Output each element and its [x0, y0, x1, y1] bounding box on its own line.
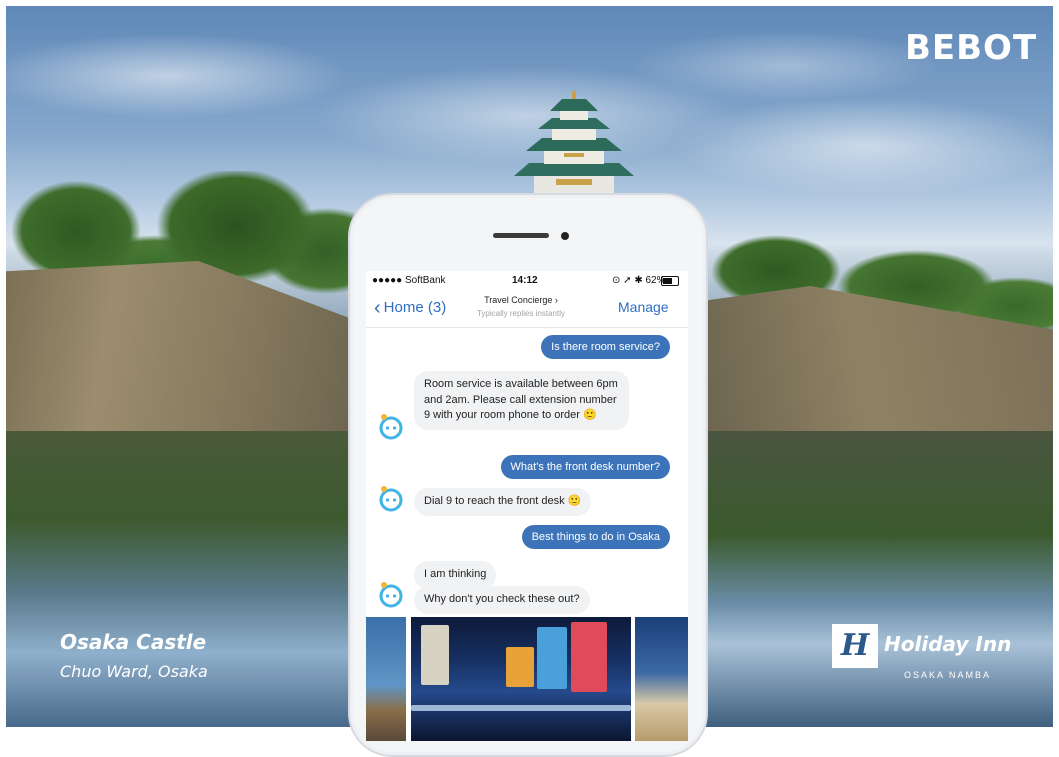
recommendation-card[interactable] [411, 617, 631, 741]
bot-avatar-icon [378, 581, 404, 609]
status-bar: ●●●●● SoftBank 14:12 ⊙ ➚ ✱ 62% [366, 271, 688, 291]
bebot-logo: BEBOT [905, 28, 1038, 68]
location-subtitle: Chuo Ward, Osaka [60, 662, 208, 681]
battery-icon [661, 276, 679, 286]
moat-reflection-left [6, 431, 356, 727]
message-user: Best things to do in Osaka [521, 525, 670, 549]
building-image [421, 625, 449, 685]
phone-camera [561, 232, 569, 240]
message-bot: Room service is available between 6pm an… [414, 371, 629, 430]
holiday-inn-logo: H Holiday Inn OSAKA NAMBA [832, 624, 1012, 684]
chevron-left-icon: ‹ [374, 297, 381, 319]
neon-sign-image [571, 622, 607, 692]
castle-illustration [494, 91, 654, 206]
recommendation-card[interactable] [366, 617, 406, 741]
holiday-inn-location: OSAKA NAMBA [904, 670, 992, 680]
back-label: Home (3) [383, 299, 447, 316]
back-button[interactable]: ‹ Home (3) [374, 297, 446, 320]
message-bot: Why don't you check these out? [414, 586, 590, 614]
status-indicators: ⊙ ➚ ✱ 62% [612, 275, 666, 286]
neon-sign-image [506, 647, 534, 687]
message-bot: Dial 9 to reach the front desk 🙂 [414, 488, 592, 516]
status-time: 14:12 [512, 275, 538, 286]
canal-image [411, 705, 631, 711]
neon-sign-image [537, 627, 567, 689]
message-user: What's the front desk number? [500, 455, 670, 479]
chat-screen: ●●●●● SoftBank 14:12 ⊙ ➚ ✱ 62% ‹ Home (3)… [366, 271, 688, 741]
recommendation-carousel[interactable] [366, 617, 688, 741]
phone-mockup: ●●●●● SoftBank 14:12 ⊙ ➚ ✱ 62% ‹ Home (3)… [348, 193, 708, 757]
location-title: Osaka Castle [60, 630, 207, 654]
battery-level [663, 278, 672, 284]
bot-avatar-icon [378, 485, 404, 513]
manage-button[interactable]: Manage [618, 299, 669, 315]
bot-avatar-icon [378, 413, 404, 441]
chat-subtitle: Typically replies instantly [476, 309, 566, 318]
status-carrier: ●●●●● SoftBank [372, 275, 446, 286]
holiday-inn-name: Holiday Inn [884, 632, 1012, 656]
chat-header: ‹ Home (3) Travel Concierge › Typically r… [366, 291, 688, 328]
phone-speaker [493, 233, 549, 238]
message-bot: I am thinking [414, 561, 497, 589]
recommendation-card[interactable] [635, 617, 688, 741]
message-user: Is there room service? [541, 335, 670, 359]
holiday-inn-mark: H [832, 624, 878, 668]
chat-title[interactable]: Travel Concierge › [466, 295, 576, 305]
